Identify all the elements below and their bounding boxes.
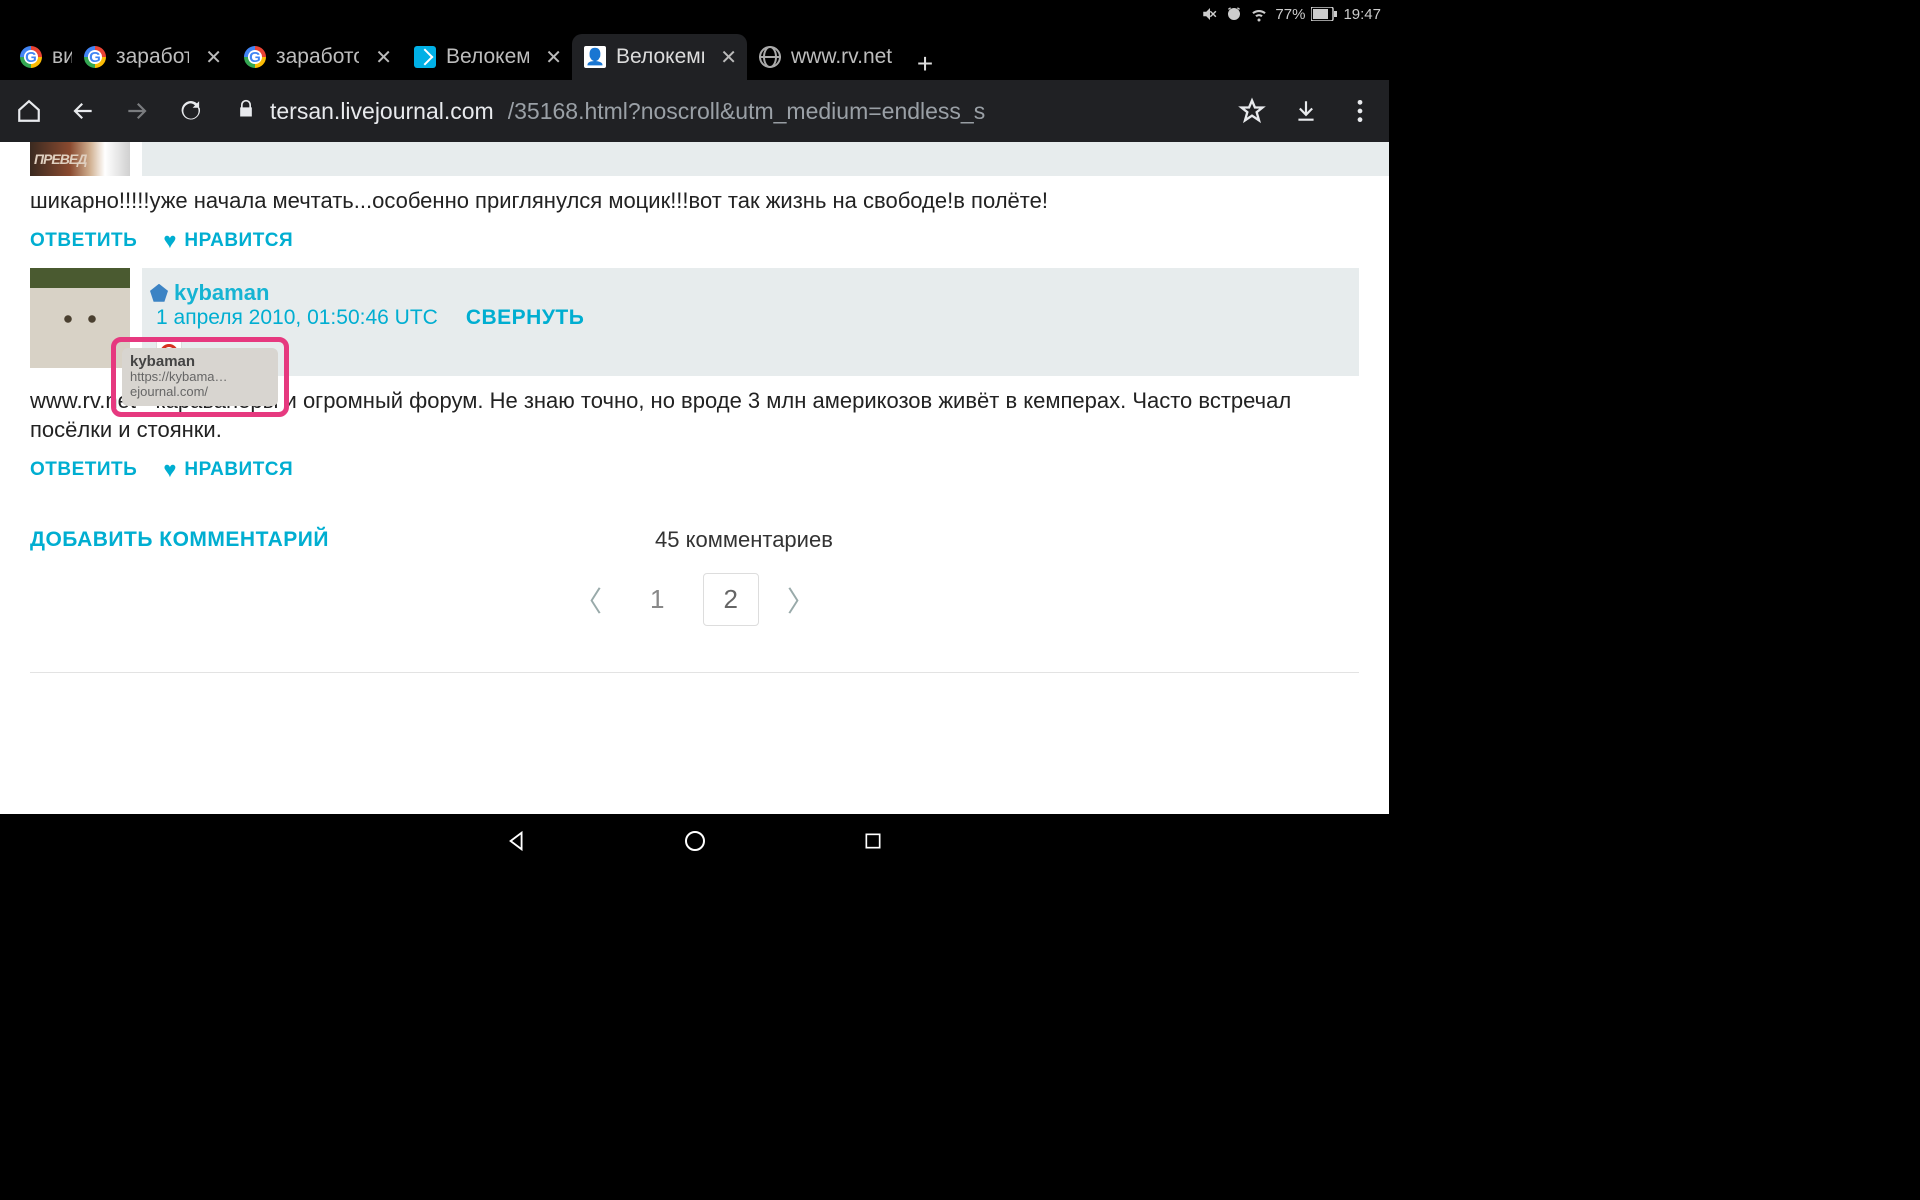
tooltip-title: kybaman [130, 353, 270, 370]
url-bar[interactable]: tersan.livejournal.com/35168.html?noscro… [230, 98, 1213, 125]
lock-icon [236, 98, 256, 125]
close-icon[interactable]: ✕ [369, 45, 392, 70]
lj-icon [414, 46, 436, 68]
url-host: tersan.livejournal.com [270, 98, 494, 125]
comments-footer: ДОБАВИТЬ КОММЕНТАРИЙ 45 комментариев [0, 497, 1389, 563]
page-2-current[interactable]: 2 [703, 573, 759, 626]
android-navbar [0, 814, 1389, 868]
page-content: ПРЕВЕД шикарно!!!!!уже начала мечтать...… [0, 142, 1389, 814]
tab-0[interactable]: G вид [8, 34, 72, 80]
next-page-icon[interactable]: 〉 [777, 574, 825, 626]
wifi-icon [1249, 5, 1269, 23]
home-icon[interactable] [14, 96, 44, 126]
prev-page-icon[interactable]: 〈 [564, 574, 612, 626]
avatar-icon: 👤 [584, 46, 606, 68]
lj-user-icon [150, 284, 168, 302]
mute-icon [1201, 5, 1219, 23]
nav-home-icon[interactable] [681, 827, 709, 855]
refresh-icon[interactable] [176, 96, 206, 126]
like-button[interactable]: НРАВИТСЯ [184, 459, 293, 481]
browser-tabs: G вид G заработок ви ✕ G заработок бл ✕ … [0, 28, 1389, 80]
close-icon[interactable]: ✕ [714, 45, 737, 70]
new-tab-button[interactable]: + [902, 48, 948, 80]
url-path: /35168.html?noscroll&utm_medium=endless_… [508, 98, 986, 125]
browser-toolbar: tersan.livejournal.com/35168.html?noscro… [0, 80, 1389, 142]
heart-icon[interactable]: ♥ [163, 457, 176, 483]
tab-3[interactable]: Велокемпер ✕ [402, 34, 572, 80]
collapse-button[interactable]: СВЕРНУТЬ [466, 306, 585, 330]
comment-body: шикарно!!!!!уже начала мечтать...особенн… [0, 176, 1389, 222]
add-comment-button[interactable]: ДОБАВИТЬ КОММЕНТАРИЙ [30, 528, 329, 552]
tooltip-url: https://kybama…ejournal.com/ [130, 370, 270, 400]
heart-icon[interactable]: ♥ [163, 228, 176, 254]
comment-header: kybaman 1 апреля 2010, 01:50:46 UTC СВЕР… [142, 268, 1359, 376]
menu-icon[interactable] [1345, 96, 1375, 126]
google-icon: G [244, 46, 266, 68]
tab-1[interactable]: G заработок ви ✕ [72, 34, 232, 80]
forward-icon[interactable] [122, 96, 152, 126]
star-icon[interactable] [1237, 96, 1267, 126]
comment-actions: ОТВЕТИТЬ ♥ НРАВИТСЯ [0, 451, 1389, 497]
prev-comment-partial: ПРЕВЕД [0, 142, 1389, 176]
nav-recent-icon[interactable] [859, 827, 887, 855]
battery-percent: 77% [1275, 6, 1305, 23]
comment-actions: ОТВЕТИТЬ ♥ НРАВИТСЯ [0, 222, 1389, 268]
clock: 19:47 [1343, 6, 1381, 23]
reply-button[interactable]: ОТВЕТИТЬ [30, 459, 137, 481]
nav-back-icon[interactable] [503, 827, 531, 855]
link-preview-tooltip: kybaman https://kybama…ejournal.com/ [111, 337, 289, 417]
battery-icon [1311, 7, 1337, 21]
comment-header [142, 142, 1389, 176]
like-button[interactable]: НРАВИТСЯ [184, 230, 293, 252]
username-link[interactable]: kybaman [150, 280, 269, 306]
alarm-icon [1225, 5, 1243, 23]
back-icon[interactable] [68, 96, 98, 126]
google-icon: G [20, 46, 42, 68]
comment-count: 45 комментариев [655, 527, 833, 553]
google-icon: G [84, 46, 106, 68]
pager: 〈 1 2 〉 [0, 563, 1389, 656]
avatar: ПРЕВЕД [30, 142, 130, 176]
timestamp[interactable]: 1 апреля 2010, 01:50:46 UTC [156, 306, 438, 330]
android-status-bar: 77% 19:47 [0, 0, 1389, 28]
close-icon[interactable]: ✕ [199, 45, 222, 70]
page-1[interactable]: 1 [630, 574, 684, 625]
tab-4-active[interactable]: 👤 Велокемпер ✕ [572, 34, 747, 80]
divider [30, 672, 1359, 673]
tab-5[interactable]: www.rv.net [747, 34, 902, 80]
close-icon[interactable]: ✕ [539, 45, 562, 70]
tab-2[interactable]: G заработок бл ✕ [232, 34, 402, 80]
globe-icon [759, 46, 781, 68]
download-icon[interactable] [1291, 96, 1321, 126]
reply-button[interactable]: ОТВЕТИТЬ [30, 230, 137, 252]
